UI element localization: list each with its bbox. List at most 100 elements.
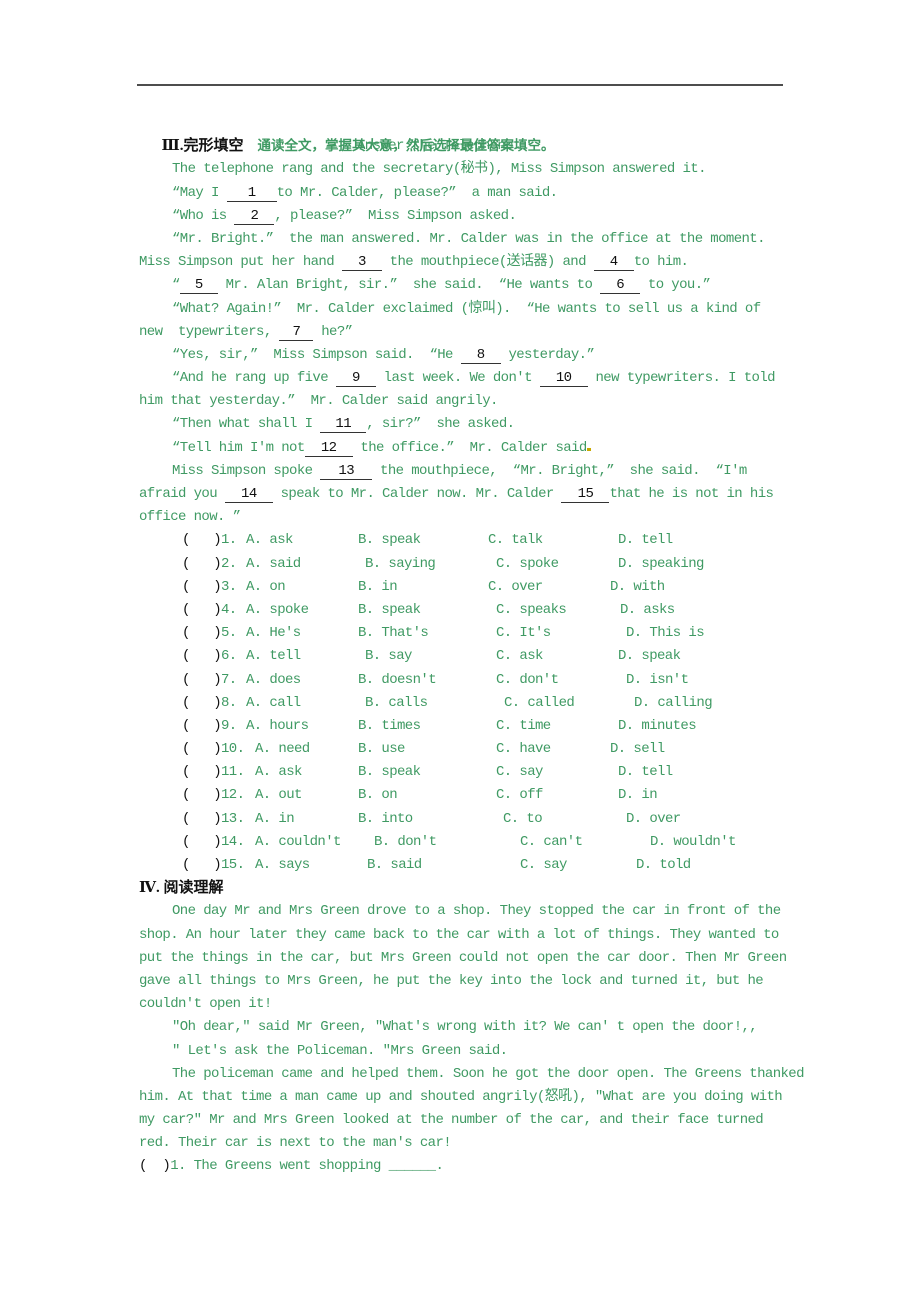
answer-bracket[interactable]: ( ) bbox=[182, 529, 222, 552]
answer-bracket[interactable]: ( ) bbox=[182, 599, 222, 622]
question-row: ( ) 15. A. says B. said C. say D. told bbox=[139, 854, 799, 877]
question-row: ( ) 3. A. on B. in C. over D. with bbox=[139, 576, 799, 599]
section4-heading: Ⅳ. 阅读理解 bbox=[139, 880, 224, 897]
blank-12: 12 bbox=[304, 440, 353, 457]
text-run: the mouthpiece(送话器) and bbox=[381, 254, 594, 271]
question-number: 4. bbox=[221, 601, 237, 618]
question-number: 7. bbox=[221, 671, 237, 688]
option-c: C. ask bbox=[496, 648, 543, 665]
option-b: B. speak bbox=[358, 764, 421, 781]
blank-4: 4 bbox=[593, 254, 634, 272]
question-text: 1. The Greens went shopping ______. bbox=[170, 1158, 444, 1175]
passage-line: “Then what shall I 11, sir?” she asked. bbox=[139, 413, 799, 436]
answer-bracket[interactable]: ( ) bbox=[182, 808, 222, 831]
option-b: B. That's bbox=[358, 625, 429, 642]
question-number: 5. bbox=[221, 625, 237, 642]
question-number: 9. bbox=[221, 717, 237, 734]
option-a: A. in bbox=[255, 810, 295, 827]
question-row: ( ) 11. A. ask B. speak C. say D. tell bbox=[139, 761, 799, 784]
passage-line: “5 Mr. Alan Bright, sir.” she said. “He … bbox=[139, 274, 799, 297]
question-number: 2. bbox=[221, 555, 237, 572]
blank-10: 10 bbox=[539, 370, 588, 388]
blank-2: 2 bbox=[234, 208, 275, 225]
option-a: A. couldn't bbox=[255, 833, 341, 850]
blank-9: 9 bbox=[335, 370, 376, 388]
answer-bracket[interactable]: ( ) bbox=[182, 831, 222, 854]
option-d: D. isn't bbox=[626, 671, 689, 688]
text-run: yesterday.” bbox=[500, 346, 595, 363]
text-run: speak to Mr. Calder now. Mr. Calder bbox=[272, 486, 562, 502]
answer-bracket[interactable]: ( ) bbox=[182, 692, 222, 715]
option-b: B. doesn't bbox=[358, 671, 437, 688]
answer-bracket[interactable]: ( ) bbox=[182, 576, 222, 599]
question-number: 3. bbox=[221, 578, 237, 595]
option-d: D. minutes bbox=[618, 717, 697, 734]
option-c: C. It's bbox=[496, 625, 551, 642]
text-run: “Tell him I'm not bbox=[172, 439, 305, 456]
question-row: ( ) 4. A. spoke B. speak C. speaks D. asks bbox=[139, 599, 799, 622]
option-d: D. asks bbox=[620, 601, 675, 618]
reading-line: " Let's ask the Policeman. "Mrs Green sa… bbox=[172, 1042, 508, 1059]
option-c: C. off bbox=[496, 787, 543, 804]
option-d: D. wouldn't bbox=[650, 833, 736, 850]
section3-heading-label: Ⅲ.完形填空 bbox=[161, 138, 244, 155]
text-run: “And he rang up five bbox=[172, 370, 336, 387]
question-number: 13. bbox=[221, 810, 245, 827]
question-list: ( ) 1. A. ask B. speak C. talk D. tell( ) 2. A.… bbox=[139, 529, 799, 877]
text-run: “May I bbox=[172, 184, 227, 201]
text-run: “Then what shall I bbox=[172, 416, 321, 433]
passage-line: “Tell him I'm not 12 the office.” Mr. Cal… bbox=[139, 437, 799, 460]
option-d: D. calling bbox=[634, 694, 713, 711]
question-row: ( ) 7. A. does B. doesn't C. don't D. isn't bbox=[139, 669, 799, 692]
text-run: new typewriters, bbox=[139, 323, 280, 340]
answer-bracket[interactable]: ( ) bbox=[182, 669, 222, 692]
option-c: C. can't bbox=[520, 833, 583, 850]
answer-bracket[interactable]: ( ) bbox=[182, 553, 222, 576]
passage-line: “Who is 2, please?” Miss Simpson asked. bbox=[139, 205, 799, 228]
text-run: to him. bbox=[633, 254, 689, 271]
question-number: 10. bbox=[221, 741, 245, 758]
question-row: ( ) 9. A. hours B. times C. time D. minutes bbox=[139, 715, 799, 738]
option-a: A. ask bbox=[246, 532, 293, 549]
answer-bracket[interactable]: ( ) bbox=[182, 715, 222, 738]
text-run: new typewriters. I told bbox=[587, 370, 775, 387]
option-a: A. hours bbox=[246, 717, 309, 734]
answer-bracket[interactable]: ( ) bbox=[182, 645, 222, 668]
question-number: 6. bbox=[221, 648, 237, 665]
answer-bracket[interactable]: ( ) bbox=[182, 738, 222, 761]
text-run: to Mr. Calder, please?” a man said. bbox=[276, 184, 558, 201]
option-a: A. does bbox=[246, 671, 301, 688]
option-a: A. says bbox=[255, 857, 310, 873]
text-run: “Who is bbox=[172, 207, 235, 224]
option-c: C. time bbox=[496, 717, 551, 734]
option-c: C. say bbox=[520, 857, 567, 873]
passage-line: him that yesterday.” Mr. Calder said ang… bbox=[139, 393, 498, 410]
question-row: ( ) 14. A. couldn't B. don't C. can't D. woul… bbox=[139, 831, 799, 854]
option-c: C. called bbox=[504, 694, 575, 711]
option-c: C. say bbox=[496, 764, 543, 781]
option-d: D. tell bbox=[618, 764, 673, 781]
answer-bracket[interactable]: ( ) bbox=[182, 784, 222, 807]
blank-1: 1 bbox=[226, 185, 277, 202]
text-run: the office.” Mr. Calder said bbox=[352, 439, 587, 456]
reading-line: shop. An hour later they came back to th… bbox=[139, 926, 779, 943]
blank-6: 6 bbox=[600, 277, 641, 295]
question-row: ( ) 6. A. tell B. say C. ask D. speak bbox=[139, 645, 799, 668]
option-d: D. This is bbox=[626, 625, 705, 642]
text-run: Mr. Alan Bright, sir.” she said. “He wan… bbox=[217, 277, 601, 294]
answer-bracket[interactable]: ( ) bbox=[139, 1158, 171, 1174]
answer-bracket[interactable]: ( ) bbox=[182, 761, 222, 784]
question-number: 8. bbox=[221, 694, 237, 711]
question-row: ( ) 5. A. He's B. That's C. It's D. This is bbox=[139, 622, 799, 645]
answer-bracket[interactable]: ( ) bbox=[182, 854, 222, 877]
reading-question-1: ( )1. The Greens went shopping ______. bbox=[139, 1155, 799, 1178]
option-d: D. speaking bbox=[618, 555, 704, 572]
passage-line: “Mr. Bright.” the man answered. Mr. Cald… bbox=[172, 230, 766, 247]
question-row: ( ) 13. A. in B. into C. to D. over bbox=[139, 808, 799, 831]
answer-bracket[interactable]: ( ) bbox=[182, 622, 222, 645]
option-d: D. sell bbox=[610, 741, 665, 758]
reading-line: my car?" Mr and Mrs Green looked at the … bbox=[139, 1112, 764, 1129]
option-c: C. don't bbox=[496, 671, 559, 688]
worksheet-content: Ⅲ.完形填空 通读全文，掌握其大意，然后选择最佳答案填空。 Answer the … bbox=[139, 112, 805, 1179]
blank-13: 13 bbox=[320, 463, 373, 480]
